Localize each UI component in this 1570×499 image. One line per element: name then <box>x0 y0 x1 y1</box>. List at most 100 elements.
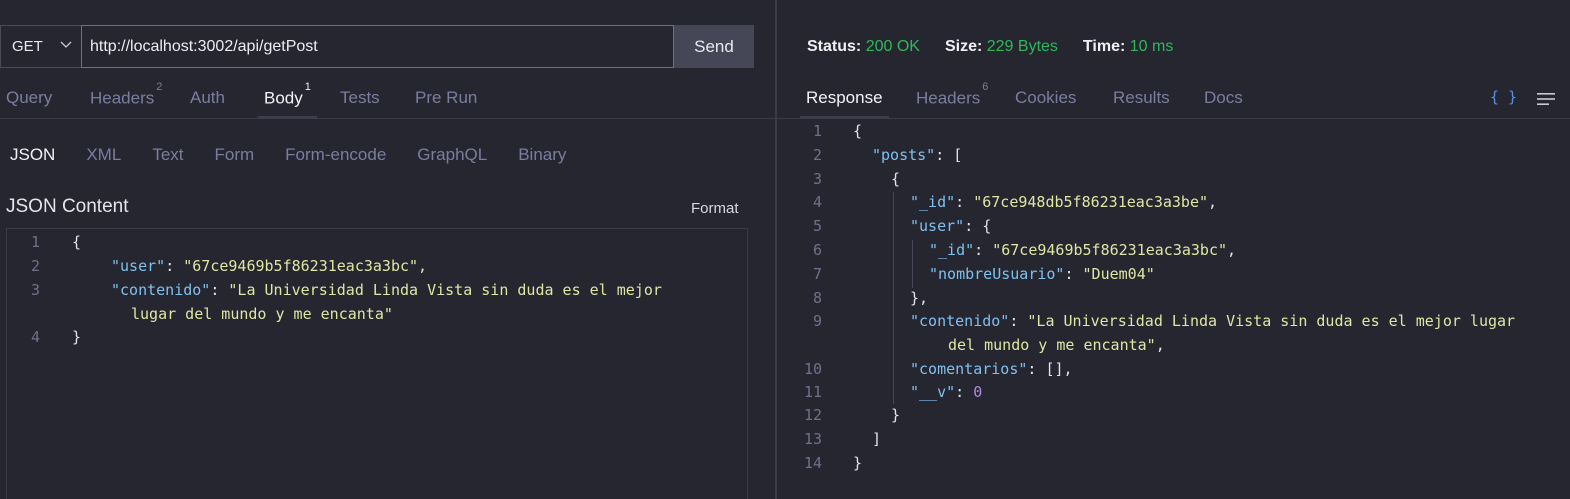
time-info: Time: 10 ms <box>1082 38 1174 55</box>
line-number: 14 <box>803 454 822 472</box>
json-key: "__v" <box>910 383 956 401</box>
code-line: "_id": "67ce948db5f86231eac3a3be", <box>910 193 1218 211</box>
body-type-xml[interactable]: XML <box>86 145 121 165</box>
json-key: "_id" <box>929 241 975 259</box>
json-string: "La Universidad Linda Vista sin duda es … <box>228 281 662 299</box>
code-line: { <box>72 233 82 251</box>
body-type-tabs: JSON XML Text Form Form-encode GraphQL B… <box>10 145 597 165</box>
json-string: "La Universidad Linda Vista sin duda es … <box>1027 312 1516 330</box>
line-number: 2 <box>30 257 40 275</box>
code-line: { <box>853 122 863 140</box>
line-number: 4 <box>30 328 40 346</box>
line-number: 13 <box>803 430 822 448</box>
tab-docs[interactable]: Docs <box>1204 82 1243 119</box>
braces-icon[interactable]: { } <box>1490 88 1517 106</box>
tab-cookies[interactable]: Cookies <box>1015 82 1076 119</box>
json-key: "contenido" <box>111 281 211 299</box>
code-line: } <box>853 454 863 472</box>
json-key: "user" <box>910 217 965 235</box>
tab-label: Headers <box>90 88 155 108</box>
status-value: 200 OK <box>865 38 920 55</box>
code-line: "contenido": "La Universidad Linda Vista… <box>910 312 1516 330</box>
line-number: 4 <box>812 193 822 211</box>
request-tabs-divider <box>0 118 775 119</box>
tab-auth[interactable]: Auth <box>190 82 225 119</box>
response-status-bar: Status: 200 OK Size: 229 Bytes Time: 10 … <box>807 38 1198 56</box>
line-number: 3 <box>812 170 822 188</box>
json-string: "Duem04" <box>1082 265 1155 283</box>
wrap-lines-icon[interactable] <box>1536 91 1556 107</box>
tab-headers[interactable]: Headers2 <box>90 81 163 119</box>
code-line: }, <box>910 289 929 307</box>
tab-label: Query <box>6 88 53 107</box>
status-info: Status: 200 OK <box>807 38 920 55</box>
method-value: GET <box>12 38 43 55</box>
body-type-binary[interactable]: Binary <box>518 145 566 165</box>
tab-results[interactable]: Results <box>1113 82 1170 119</box>
tab-label: Headers <box>916 88 981 108</box>
json-key: "nombreUsuario" <box>929 265 1065 283</box>
tab-badge: 2 <box>156 81 163 93</box>
tab-label: Auth <box>190 88 225 107</box>
code-line: } <box>72 328 82 346</box>
tab-label: Pre Run <box>415 88 478 107</box>
line-number: 11 <box>803 383 822 401</box>
indent-guide <box>912 240 913 288</box>
tab-response[interactable]: Response <box>800 82 889 119</box>
tab-body[interactable]: Body1 <box>258 81 317 119</box>
code-line-wrap: lugar del mundo y me encanta" <box>131 305 393 323</box>
line-number: 1 <box>812 122 822 140</box>
size-info: Size: 229 Bytes <box>944 38 1058 55</box>
body-type-form[interactable]: Form <box>215 145 255 165</box>
line-number: 6 <box>812 241 822 259</box>
method-select[interactable]: GET <box>0 25 81 68</box>
tab-pre-run[interactable]: Pre Run <box>415 82 477 119</box>
json-key: "comentarios" <box>910 360 1028 378</box>
format-button[interactable]: Format <box>691 200 739 217</box>
tab-label: Results <box>1113 88 1170 107</box>
body-type-graphql[interactable]: GraphQL <box>417 145 487 165</box>
json-string: "67ce948db5f86231eac3a3be" <box>973 193 1209 211</box>
tab-badge: 1 <box>304 81 311 93</box>
line-number: 10 <box>803 360 822 378</box>
json-key: "contenido" <box>910 312 1010 330</box>
json-key: "user" <box>111 257 166 275</box>
line-number: 1 <box>30 233 40 251</box>
code-line: "user": "67ce9469b5f86231eac3a3bc", <box>111 257 428 275</box>
indent-guide <box>893 192 894 404</box>
body-type-json[interactable]: JSON <box>10 145 55 165</box>
body-type-text[interactable]: Text <box>152 145 183 165</box>
send-button[interactable]: Send <box>674 25 754 68</box>
json-number: 0 <box>973 383 983 401</box>
code-line: ] <box>872 430 882 448</box>
tab-badge: 6 <box>982 81 989 93</box>
url-input[interactable] <box>81 25 674 68</box>
json-string: "67ce9469b5f86231eac3a3bc" <box>992 241 1228 259</box>
tab-label: Body <box>264 88 303 108</box>
tab-query[interactable]: Query <box>6 82 52 119</box>
json-string: "67ce9469b5f86231eac3a3bc", <box>183 257 428 275</box>
pane-splitter[interactable] <box>775 0 777 499</box>
code-line: { <box>891 170 901 188</box>
tab-label: Tests <box>340 88 380 107</box>
tab-tests[interactable]: Tests <box>340 82 380 119</box>
time-value: 10 ms <box>1129 38 1174 55</box>
code-line: "__v": 0 <box>910 383 983 401</box>
tab-label: Docs <box>1204 88 1243 107</box>
size-value: 229 Bytes <box>986 38 1058 55</box>
code-line: } <box>891 406 901 424</box>
code-line: "_id": "67ce9469b5f86231eac3a3bc", <box>929 241 1237 259</box>
tab-response-headers[interactable]: Headers6 <box>916 81 989 119</box>
line-number: 2 <box>812 146 822 164</box>
response-tabs-divider <box>777 118 1570 119</box>
code-line: "contenido": "La Universidad Linda Vista… <box>111 281 662 299</box>
request-body-editor[interactable]: 1 { 2 "user": "67ce9469b5f86231eac3a3bc"… <box>6 228 748 499</box>
json-content-heading: JSON Content <box>6 196 129 217</box>
tab-label: Response <box>806 88 883 107</box>
code-line: "user": { <box>910 217 992 235</box>
body-type-form-encode[interactable]: Form-encode <box>285 145 386 165</box>
line-number: 9 <box>812 312 822 330</box>
line-number: 7 <box>812 265 822 283</box>
line-number: 3 <box>30 281 40 299</box>
code-line: "nombreUsuario": "Duem04" <box>929 265 1155 283</box>
